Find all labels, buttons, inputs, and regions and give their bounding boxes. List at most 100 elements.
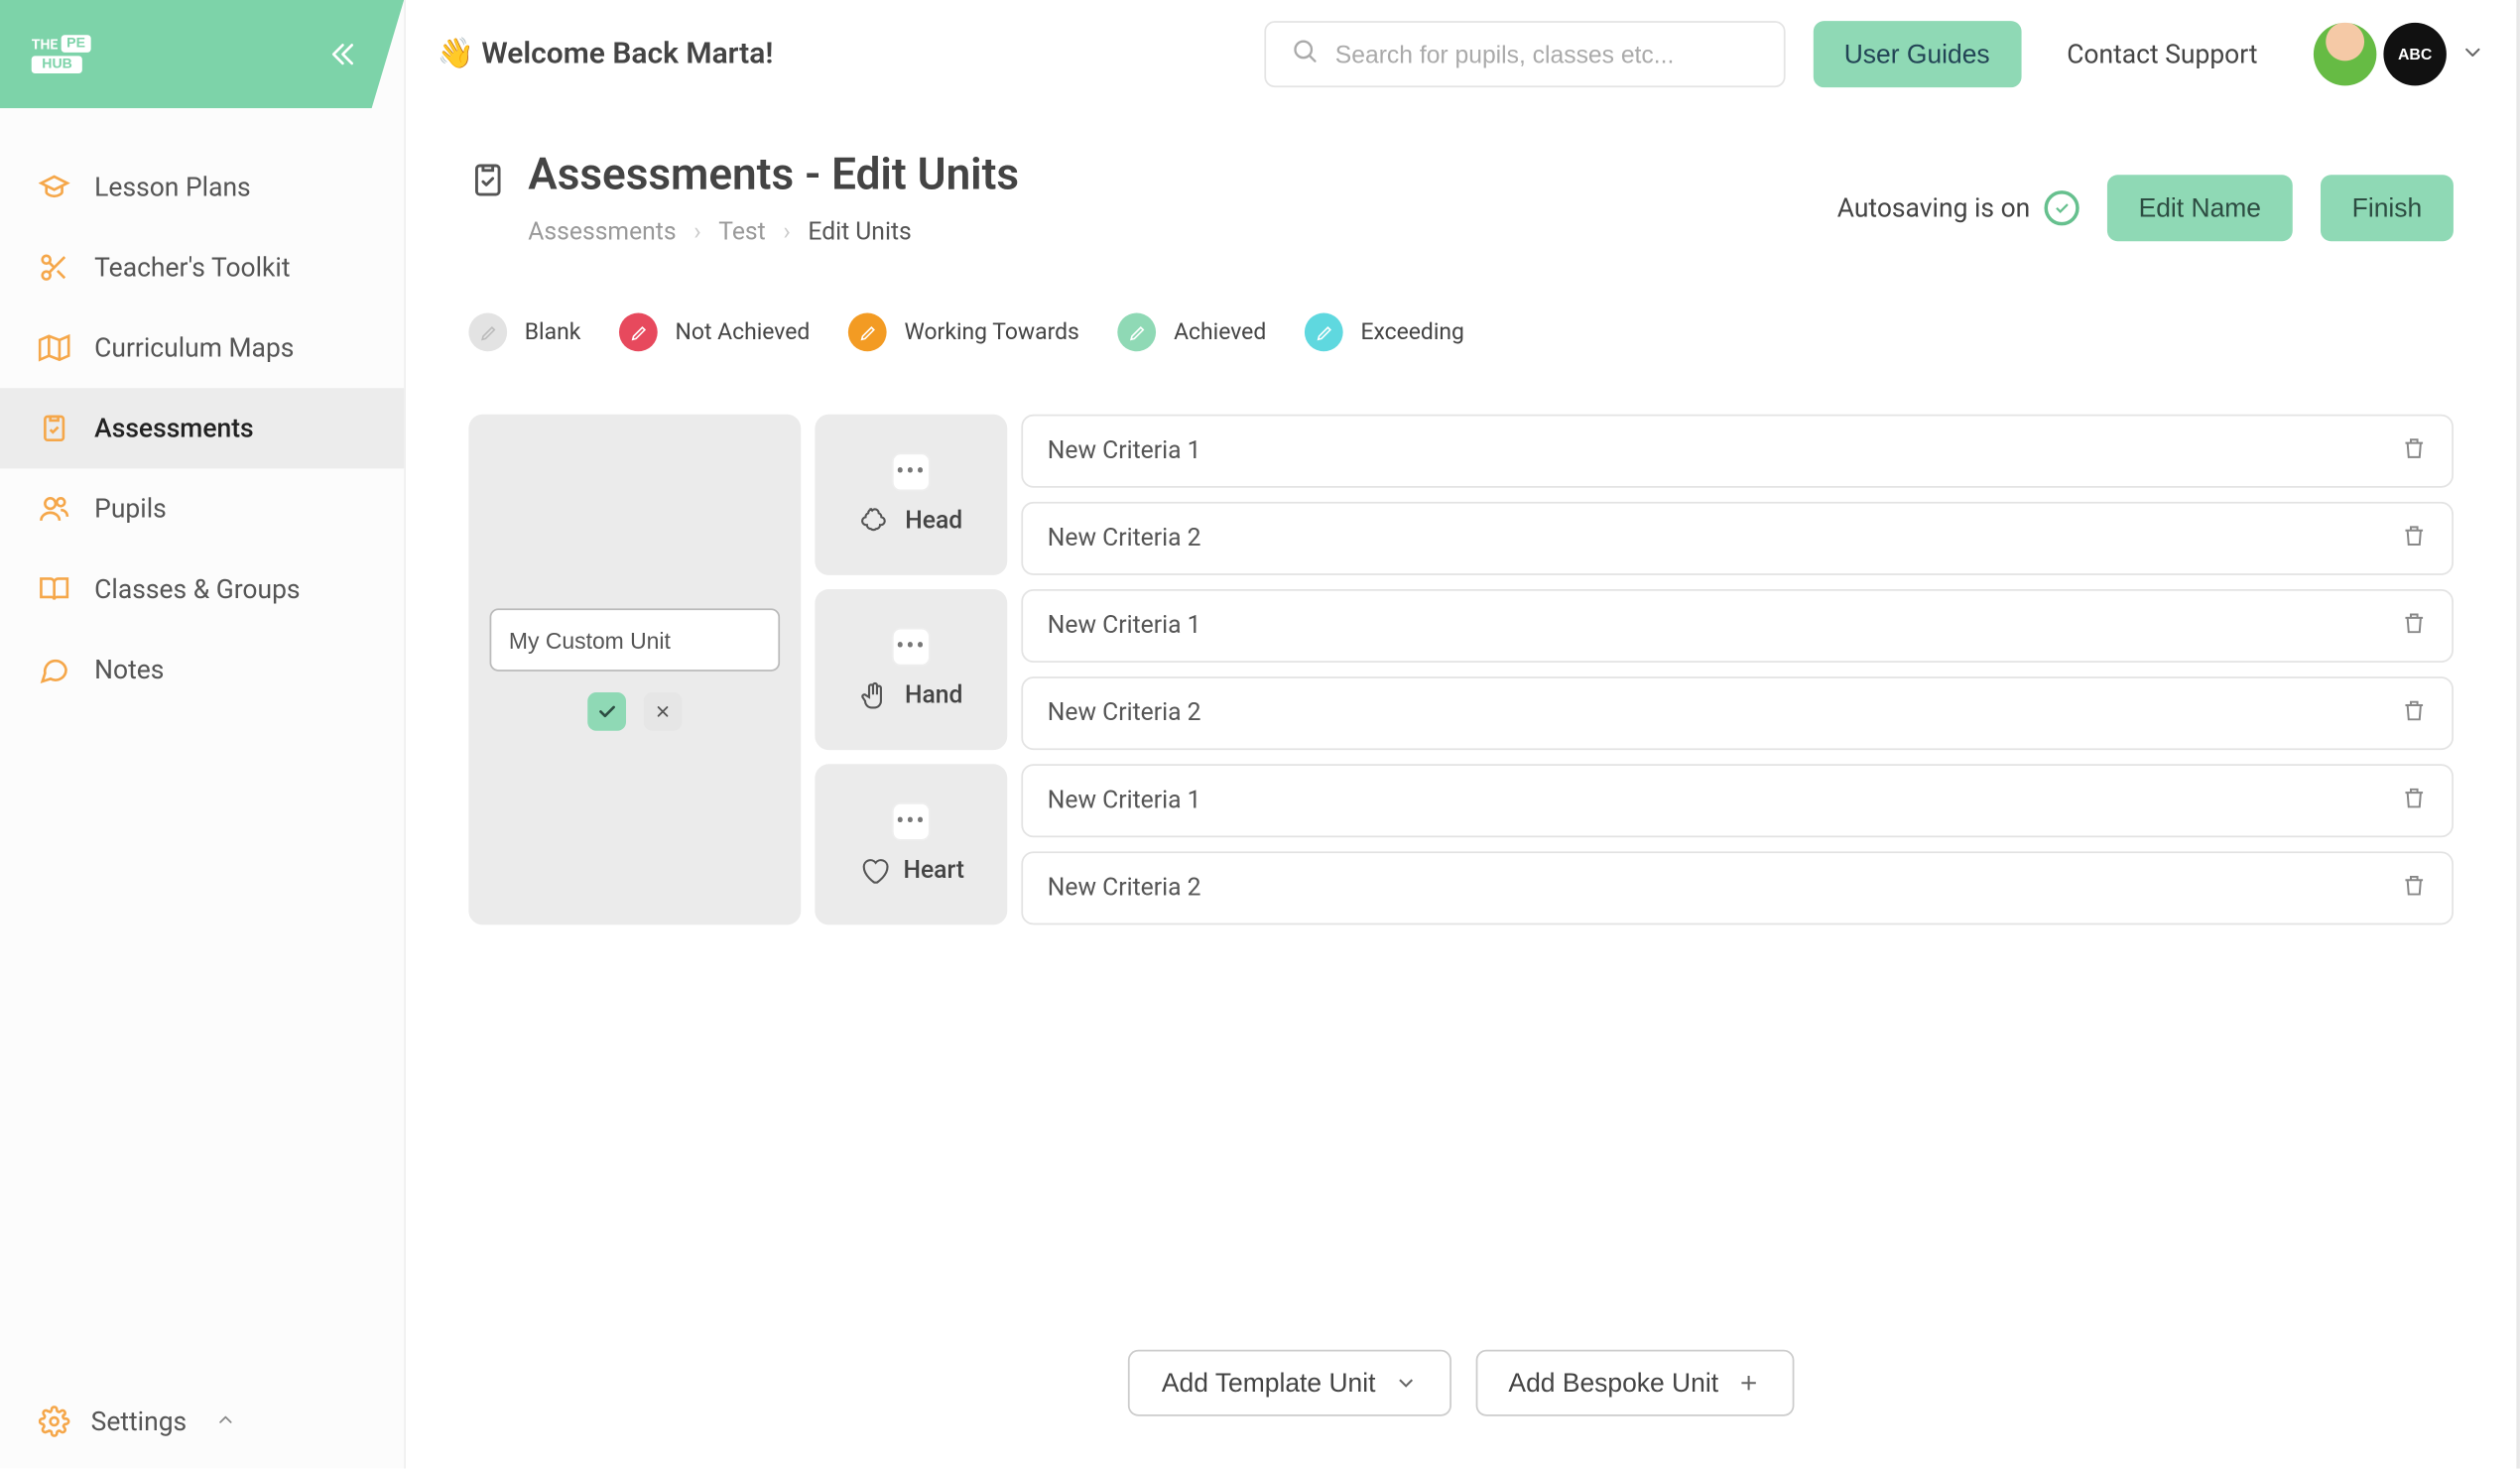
- sidebar-item-lesson-plans[interactable]: Lesson Plans: [0, 147, 404, 227]
- unit-name-input[interactable]: [490, 608, 781, 671]
- settings-label: Settings: [91, 1406, 188, 1437]
- legend-label: Exceeding: [1360, 319, 1463, 345]
- chevron-right-icon: ›: [783, 218, 790, 246]
- status-legend: Blank Not Achieved Working Towards Achie…: [468, 313, 2454, 352]
- search-input[interactable]: [1335, 41, 1759, 68]
- more-button[interactable]: •••: [892, 628, 931, 667]
- criteria-row[interactable]: New Criteria 2: [1021, 502, 2454, 575]
- page-title: Assessments - Edit Units: [528, 151, 1019, 201]
- section-card-heart: ••• Heart: [815, 764, 1007, 924]
- topbar: 👋 Welcome Back Marta! User Guides Contac…: [406, 0, 2516, 108]
- user-guides-button[interactable]: User Guides: [1813, 21, 2021, 87]
- legend-blank: Blank: [468, 313, 580, 352]
- sidebar-item-classes-groups[interactable]: Classes & Groups: [0, 549, 404, 629]
- sidebar-item-assessments[interactable]: Assessments: [0, 388, 404, 468]
- section-name: Hand: [859, 680, 962, 712]
- criteria-row[interactable]: New Criteria 2: [1021, 851, 2454, 924]
- trash-icon[interactable]: [2401, 872, 2427, 905]
- scissors-icon: [39, 252, 70, 284]
- unit-card: [468, 415, 801, 925]
- criteria-label: New Criteria 1: [1048, 787, 1201, 814]
- unit-name-actions: [587, 692, 682, 731]
- gear-icon: [39, 1406, 70, 1437]
- sidebar-item-pupils[interactable]: Pupils: [0, 468, 404, 549]
- brand-logo[interactable]: THE PE HUB: [32, 26, 192, 81]
- chevron-down-icon: [2460, 38, 2485, 70]
- breadcrumb-test[interactable]: Test: [718, 218, 765, 246]
- criteria-group-heart: New Criteria 1 New Criteria 2: [1021, 764, 2454, 924]
- chat-icon: [39, 654, 70, 685]
- check-circle-icon: [2044, 190, 2079, 225]
- criteria-row[interactable]: New Criteria 2: [1021, 676, 2454, 750]
- sidebar-collapse-button[interactable]: [327, 39, 359, 77]
- graduation-cap-icon: [39, 172, 70, 203]
- chevron-right-icon: ›: [693, 218, 700, 246]
- legend-label: Achieved: [1174, 319, 1266, 345]
- cancel-button[interactable]: [644, 692, 683, 731]
- brand-word-hub: HUB: [32, 56, 83, 73]
- clipboard-check-icon: [39, 413, 70, 444]
- criteria-label: New Criteria 2: [1048, 525, 1201, 552]
- school-badge: ABC: [2383, 23, 2446, 85]
- main: 👋 Welcome Back Marta! User Guides Contac…: [406, 0, 2520, 1469]
- logo-region: THE PE HUB: [0, 0, 404, 108]
- nav: Lesson Plans Teacher's Toolkit Curriculu…: [0, 108, 404, 1374]
- sidebar: THE PE HUB Lesson Plans Teacher's Tool: [0, 0, 406, 1469]
- trash-icon[interactable]: [2401, 696, 2427, 729]
- more-button[interactable]: •••: [892, 453, 931, 492]
- criteria-row[interactable]: New Criteria 1: [1021, 764, 2454, 837]
- breadcrumb-current: Edit Units: [808, 218, 911, 246]
- legend-not-achieved: Not Achieved: [619, 313, 810, 352]
- legend-label: Blank: [525, 319, 581, 345]
- trash-icon[interactable]: [2401, 785, 2427, 817]
- edit-name-button[interactable]: Edit Name: [2107, 175, 2293, 241]
- sidebar-item-teachers-toolkit[interactable]: Teacher's Toolkit: [0, 227, 404, 307]
- confirm-button[interactable]: [587, 692, 626, 731]
- book-open-icon: [39, 573, 70, 605]
- criteria-group-hand: New Criteria 1 New Criteria 2: [1021, 589, 2454, 750]
- legend-exceeding: Exceeding: [1305, 313, 1464, 352]
- criteria-row[interactable]: New Criteria 1: [1021, 589, 2454, 663]
- trash-icon[interactable]: [2401, 434, 2427, 467]
- clipboard-icon: [468, 158, 507, 203]
- sidebar-item-label: Notes: [94, 654, 164, 685]
- finish-button[interactable]: Finish: [2321, 175, 2454, 241]
- map-icon: [39, 332, 70, 364]
- account-switcher[interactable]: ABC: [2314, 23, 2485, 85]
- add-template-unit-button[interactable]: Add Template Unit: [1128, 1350, 1450, 1416]
- brand-word-pe: PE: [62, 35, 90, 53]
- bottom-actions: Add Template Unit Add Bespoke Unit: [468, 1307, 2454, 1468]
- criteria-label: New Criteria 2: [1048, 699, 1201, 727]
- brain-icon: [859, 505, 891, 537]
- sidebar-item-notes[interactable]: Notes: [0, 630, 404, 710]
- section-card-head: ••• Head: [815, 415, 1007, 575]
- more-button[interactable]: •••: [892, 802, 931, 841]
- brand-word-the: THE: [32, 36, 59, 52]
- trash-icon[interactable]: [2401, 609, 2427, 642]
- breadcrumb: Assessments › Test › Edit Units: [528, 218, 1019, 246]
- legend-achieved: Achieved: [1118, 313, 1267, 352]
- breadcrumb-assessments[interactable]: Assessments: [528, 218, 676, 246]
- search-input-wrapper[interactable]: [1264, 21, 1785, 87]
- pencil-icon: [848, 313, 887, 352]
- criteria-row[interactable]: New Criteria 1: [1021, 415, 2454, 488]
- trash-icon[interactable]: [2401, 522, 2427, 554]
- avatar: [2314, 23, 2376, 85]
- section-label: Hand: [905, 681, 962, 709]
- sidebar-item-curriculum-maps[interactable]: Curriculum Maps: [0, 307, 404, 388]
- users-icon: [39, 493, 70, 525]
- criteria-label: New Criteria 1: [1048, 612, 1201, 640]
- contact-support-link[interactable]: Contact Support: [2050, 39, 2276, 70]
- units-editor: ••• Head ••• Hand •••: [468, 415, 2454, 925]
- sidebar-item-label: Lesson Plans: [94, 172, 251, 203]
- add-bespoke-unit-button[interactable]: Add Bespoke Unit: [1475, 1350, 1794, 1416]
- sections-column: ••• Head ••• Hand •••: [815, 415, 1007, 925]
- section-label: Heart: [903, 857, 964, 885]
- section-name: Heart: [858, 855, 964, 887]
- pencil-icon: [1118, 313, 1157, 352]
- button-label: Add Template Unit: [1162, 1368, 1376, 1398]
- criteria-label: New Criteria 2: [1048, 874, 1201, 902]
- criteria-label: New Criteria 1: [1048, 437, 1201, 465]
- sidebar-settings[interactable]: Settings: [0, 1374, 404, 1468]
- content: Assessments - Edit Units Assessments › T…: [406, 108, 2516, 1468]
